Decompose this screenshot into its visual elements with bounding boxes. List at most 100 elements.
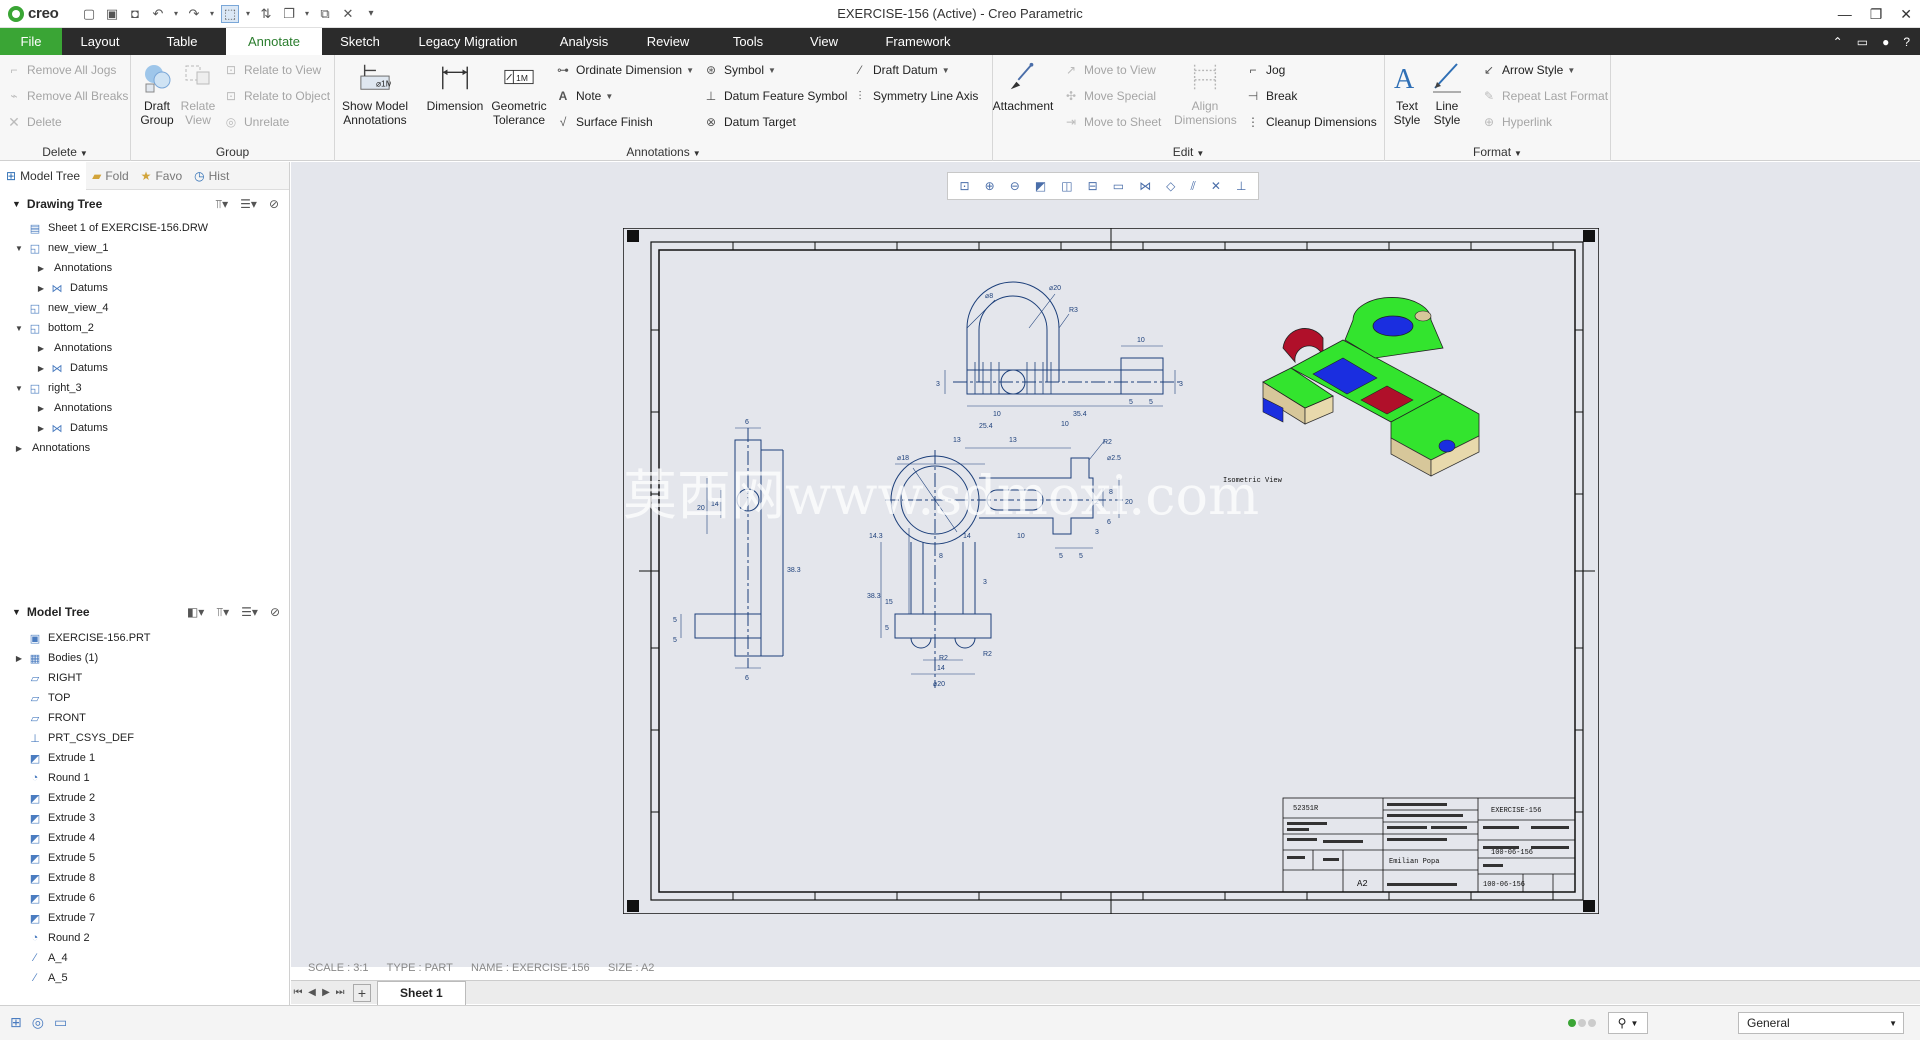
datum-target-button[interactable]: ⊗ Datum Target — [703, 111, 796, 133]
move-to-sheet-button[interactable]: ⇥ Move to Sheet — [1063, 111, 1161, 133]
text-style-button[interactable]: A Text Style — [1389, 59, 1425, 127]
attachment-button[interactable]: Attachment — [993, 59, 1053, 113]
drawing-tree-header[interactable]: ▼ Drawing Tree ⫪▾ ☰▾ ⊘ — [0, 190, 289, 218]
dim-top-3b[interactable]: 3 — [1179, 381, 1183, 388]
tree-filter-icon[interactable]: ⫪▾ — [215, 197, 228, 212]
jog-button[interactable]: ⌐ Jog — [1245, 59, 1285, 81]
drawing-sheet[interactable]: ⌀8 ⌀20 R3 10 3 35.4 10 5 5 3 6 20 14 38.… — [622, 227, 1600, 917]
customize-qat-icon[interactable]: ▾ — [362, 5, 380, 23]
tree-item[interactable]: ◩ Extrude 4 — [0, 828, 290, 848]
ordinate-dimension-button[interactable]: ⊶ Ordinate Dimension ▼ — [555, 59, 694, 81]
plane-display-icon[interactable]: ◇ — [1166, 179, 1175, 193]
title-block-name[interactable]: EXERCISE-156 — [1491, 807, 1541, 815]
repeat-last-format-button[interactable]: ✎ Repeat Last Format — [1481, 85, 1608, 107]
show-model-annotations-button[interactable]: ⌀1M Show Model Annotations — [335, 59, 415, 127]
tree-item[interactable]: ◩ Extrude 7 — [0, 908, 290, 928]
tab-folder-browser[interactable]: ▰ Fold — [86, 162, 135, 190]
next-sheet-icon[interactable]: ▶ — [319, 987, 333, 998]
tab-favorites[interactable]: ★ Favo — [135, 162, 188, 190]
windows-icon[interactable]: ❐ — [280, 5, 298, 23]
tree-display-icon[interactable]: ◧▾ — [187, 605, 204, 620]
toggle-navigator-icon[interactable]: ⊞ — [10, 1014, 22, 1031]
tree-item[interactable]: ∕ A_4 — [0, 948, 290, 968]
dim-front-dia20[interactable]: ⌀20 — [933, 681, 945, 688]
tree-settings-icon[interactable]: ☰▾ — [241, 605, 258, 620]
align-dimensions-button[interactable]: Align Dimensions — [1173, 59, 1237, 127]
tree-item[interactable]: ▼ ◱ new_view_1 — [0, 238, 289, 258]
full-screen-icon[interactable]: ▭ — [54, 1014, 67, 1031]
tree-item[interactable]: ◱ new_view_4 — [0, 298, 289, 318]
dim-side-38-3[interactable]: 38.3 — [787, 567, 801, 574]
dim-front-15[interactable]: 15 — [885, 599, 893, 606]
prev-sheet-icon[interactable]: ◀ — [305, 987, 319, 998]
surface-finish-button[interactable]: √ Surface Finish — [555, 111, 653, 133]
undo-dropdown-icon[interactable]: ▾ — [172, 5, 180, 23]
title-block-code-top[interactable]: 100-06-156 — [1491, 849, 1533, 857]
dim-top-r3[interactable]: R3 — [1069, 307, 1078, 314]
relate-view-button[interactable]: Relate View — [178, 59, 218, 127]
windows-dropdown-icon[interactable]: ▾ — [303, 5, 311, 23]
dim-front-r2c[interactable]: R2 — [983, 651, 992, 658]
find-button[interactable]: ⚲ ▼ — [1608, 1012, 1648, 1034]
tree-item[interactable]: ◔ Round 1 — [0, 768, 290, 788]
tree-item[interactable]: ▶ Annotations — [0, 338, 289, 358]
ribbon-options-icon[interactable]: ▭ — [1857, 35, 1868, 49]
undo-icon[interactable]: ↶ — [149, 5, 167, 23]
draft-group-button[interactable]: Draft Group — [135, 59, 179, 127]
toggle-browser-icon[interactable]: ◎ — [32, 1014, 44, 1031]
dim-front-5a[interactable]: 5 — [1059, 553, 1063, 560]
account-icon[interactable]: ● — [1882, 35, 1889, 49]
dim-front-8b[interactable]: 8 — [939, 553, 943, 560]
dim-front-14-3[interactable]: 14.3 — [869, 533, 883, 540]
saved-orientations-icon[interactable]: ⊟ — [1088, 179, 1098, 193]
tree-item[interactable]: ∕ A_5 — [0, 968, 290, 988]
dim-front-14a[interactable]: 14 — [963, 533, 971, 540]
break-button[interactable]: ⊣ Break — [1245, 85, 1298, 107]
tree-item[interactable]: ▱ FRONT — [0, 708, 290, 728]
repaint-icon[interactable]: ◩ — [1035, 179, 1046, 193]
note-button[interactable]: A Note ▼ — [555, 85, 614, 107]
help-icon[interactable]: ? — [1903, 35, 1910, 49]
box-select-icon[interactable]: ⬚ — [221, 4, 239, 23]
tab-history[interactable]: ◷ Hist — [188, 162, 235, 190]
dim-side-5b[interactable]: 5 — [673, 637, 677, 644]
dim-top-10b[interactable]: 10 — [1137, 337, 1145, 344]
dim-front-10b[interactable]: 10 — [1017, 533, 1025, 540]
save-icon[interactable]: ◘ — [126, 5, 144, 23]
remove-all-breaks-button[interactable]: ⌁ Remove All Breaks — [6, 85, 128, 107]
move-to-view-button[interactable]: ↗ Move to View — [1063, 59, 1156, 81]
tree-item[interactable]: ▣ EXERCISE-156.PRT — [0, 628, 290, 648]
dim-side-6a[interactable]: 6 — [745, 419, 749, 426]
format-group-label[interactable]: Format ▼ — [1385, 145, 1610, 159]
view-manager-icon[interactable]: ▭ — [1113, 179, 1124, 193]
new-file-icon[interactable]: ▢ — [80, 5, 98, 23]
tree-item[interactable]: ◩ Extrude 8 — [0, 868, 290, 888]
mass-props-icon[interactable]: ✕ — [339, 5, 357, 23]
redo-icon[interactable]: ↷ — [185, 5, 203, 23]
close-icon[interactable]: ✕ — [1900, 6, 1912, 23]
dim-side-5a[interactable]: 5 — [673, 617, 677, 624]
regenerate-icon[interactable]: ⇅ — [257, 5, 275, 23]
symbol-button[interactable]: ⊛ Symbol ▼ — [703, 59, 776, 81]
dim-front-10a[interactable]: 10 — [1061, 421, 1069, 428]
redo-dropdown-icon[interactable]: ▾ — [208, 5, 216, 23]
zoom-out-icon[interactable]: ⊖ — [1010, 179, 1020, 193]
dim-front-5b[interactable]: 5 — [1079, 553, 1083, 560]
title-block-size[interactable]: A2 — [1357, 879, 1368, 889]
chevron-down-icon[interactable]: ▼ — [12, 607, 21, 617]
graphics-area[interactable]: ⊡ ⊕ ⊖ ◩ ◫ ⊟ ▭ ⋈ ◇ ⫽ ✕ ⊥ ⌀8 ⌀20 R3 10 3 3… — [291, 162, 1920, 974]
tree-item[interactable]: ▼ ◱ bottom_2 — [0, 318, 289, 338]
dim-top-10a[interactable]: 10 — [993, 411, 1001, 418]
tab-framework[interactable]: Framework — [858, 28, 978, 55]
tree-item[interactable]: ⊥ PRT_CSYS_DEF — [0, 728, 290, 748]
dim-front-r2a[interactable]: R2 — [1103, 439, 1112, 446]
chevron-down-icon[interactable]: ▼ — [12, 199, 21, 209]
tab-sketch[interactable]: Sketch — [322, 28, 398, 55]
dim-top-dia8[interactable]: ⌀8 — [985, 293, 993, 300]
tree-columns-icon[interactable]: ⊘ — [270, 605, 280, 620]
tree-item[interactable]: ▤ Sheet 1 of EXERCISE-156.DRW — [0, 218, 289, 238]
dim-front-5c[interactable]: 5 — [885, 625, 889, 632]
dim-top-35-4[interactable]: 35.4 — [1073, 411, 1087, 418]
collapse-icon[interactable]: ▼ — [14, 324, 24, 333]
relate-to-object-button[interactable]: ⊡ Relate to Object — [223, 85, 330, 107]
